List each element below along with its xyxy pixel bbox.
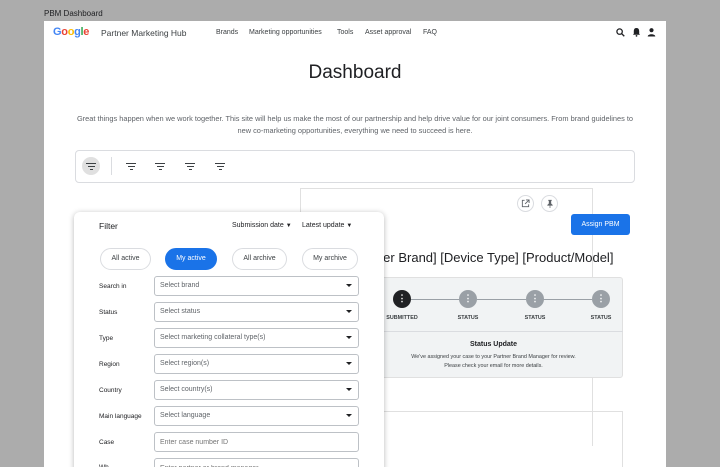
- pin-icon[interactable]: [541, 195, 558, 212]
- step-connector: [477, 299, 526, 300]
- case-title: rtner Brand] [Device Type] [Product/Mode…: [368, 250, 614, 265]
- field-label-country: Country: [99, 387, 122, 394]
- dropdown-caret-icon: [346, 388, 352, 391]
- order-dropdown[interactable]: Latest update ▼: [302, 222, 352, 229]
- step-status-dot: ⋮: [592, 290, 610, 308]
- field-label-region: Region: [99, 361, 120, 368]
- step-connector: [543, 299, 592, 300]
- step-label: STATUS: [590, 315, 612, 321]
- chevron-down-icon: ▼: [285, 223, 292, 229]
- field-label-main-language: Main language: [99, 413, 142, 420]
- nav-item-brands[interactable]: Brands: [216, 29, 238, 36]
- step-label: STATUS: [524, 315, 546, 321]
- window-title: PBM Dashboard: [44, 9, 103, 18]
- nav-item-marketing-opportunities[interactable]: Marketing opportunities: [249, 29, 322, 36]
- chip-all-archive[interactable]: All archive: [232, 248, 287, 270]
- nav-item-tools[interactable]: Tools: [337, 29, 353, 36]
- chip-all-active[interactable]: All active: [100, 248, 151, 270]
- assign-pbm-button[interactable]: Assign PBM: [571, 214, 630, 235]
- dropdown-caret-icon: [346, 336, 352, 339]
- dropdown-caret-icon: [346, 414, 352, 417]
- type-select-value: Select marketing collateral type(s): [160, 334, 266, 341]
- language-select-value: Select language: [160, 412, 211, 419]
- step-status-dot: ⋮: [526, 290, 544, 308]
- sort-by-dropdown[interactable]: Submission date ▼: [232, 222, 292, 229]
- partner-manager-input[interactable]: [154, 458, 359, 467]
- filter-icon[interactable]: [151, 157, 169, 175]
- status-update-title: Status Update: [469, 341, 518, 348]
- country-select-value: Select country(s): [160, 386, 213, 393]
- field-label-status: Status: [99, 309, 118, 316]
- brand-select[interactable]: Select brand: [154, 276, 359, 296]
- status-select-value: Select status: [160, 308, 201, 315]
- nav-item-asset-approval[interactable]: Asset approval: [365, 29, 411, 36]
- status-select[interactable]: Select status: [154, 302, 359, 322]
- sort-by-label: Submission date: [232, 222, 284, 229]
- case-details-card: [364, 411, 623, 467]
- chip-my-archive[interactable]: My archive: [302, 248, 358, 270]
- chip-my-active[interactable]: My active: [165, 248, 217, 270]
- country-select[interactable]: Select country(s): [154, 380, 359, 400]
- hub-name[interactable]: Partner Marketing Hub: [101, 28, 187, 38]
- search-icon[interactable]: [616, 28, 625, 37]
- type-select[interactable]: Select marketing collateral type(s): [154, 328, 359, 348]
- dropdown-caret-icon: [346, 362, 352, 365]
- filter-button[interactable]: [82, 157, 100, 175]
- bell-icon[interactable]: [632, 27, 641, 37]
- filter-icon[interactable]: [122, 157, 140, 175]
- status-update-line-2: Please check your email for more details…: [444, 363, 543, 369]
- field-label-type: Type: [99, 335, 114, 342]
- step-status-dot: ⋮: [459, 290, 477, 308]
- dropdown-caret-icon: [346, 284, 352, 287]
- intro-text: Great things happen when we work togethe…: [76, 114, 634, 135]
- field-label-search-in: Search in: [99, 283, 127, 290]
- filter-icon[interactable]: [181, 157, 199, 175]
- step-label: SUBMITTED: [386, 315, 418, 321]
- region-select[interactable]: Select region(s): [154, 354, 359, 374]
- order-label: Latest update: [302, 222, 345, 229]
- case-number-input[interactable]: [154, 432, 359, 452]
- open-in-new-icon[interactable]: [517, 195, 534, 212]
- nav-item-faq[interactable]: FAQ: [423, 29, 437, 36]
- filter-icon[interactable]: [211, 157, 229, 175]
- top-nav: Google Partner Marketing Hub Brands Mark…: [44, 21, 666, 45]
- step-connector: [410, 299, 459, 300]
- step-label: STATUS: [457, 315, 479, 321]
- field-label-case: Case: [99, 439, 115, 446]
- toolbar-divider: [111, 157, 112, 175]
- chevron-down-icon: ▼: [346, 223, 353, 229]
- step-submitted-dot: ⋮: [393, 290, 411, 308]
- status-update-line-1: We've assigned your case to your Partner…: [411, 354, 576, 360]
- brand-select-value: Select brand: [160, 282, 200, 289]
- google-logo[interactable]: Google: [53, 26, 89, 38]
- region-select-value: Select region(s): [160, 360, 210, 367]
- language-select[interactable]: Select language: [154, 406, 359, 426]
- account-icon[interactable]: [647, 27, 656, 37]
- filter-panel-title: Filter: [99, 221, 118, 231]
- page-title: Dashboard: [308, 62, 402, 83]
- stepper-divider: [364, 331, 623, 332]
- dropdown-caret-icon: [346, 310, 352, 313]
